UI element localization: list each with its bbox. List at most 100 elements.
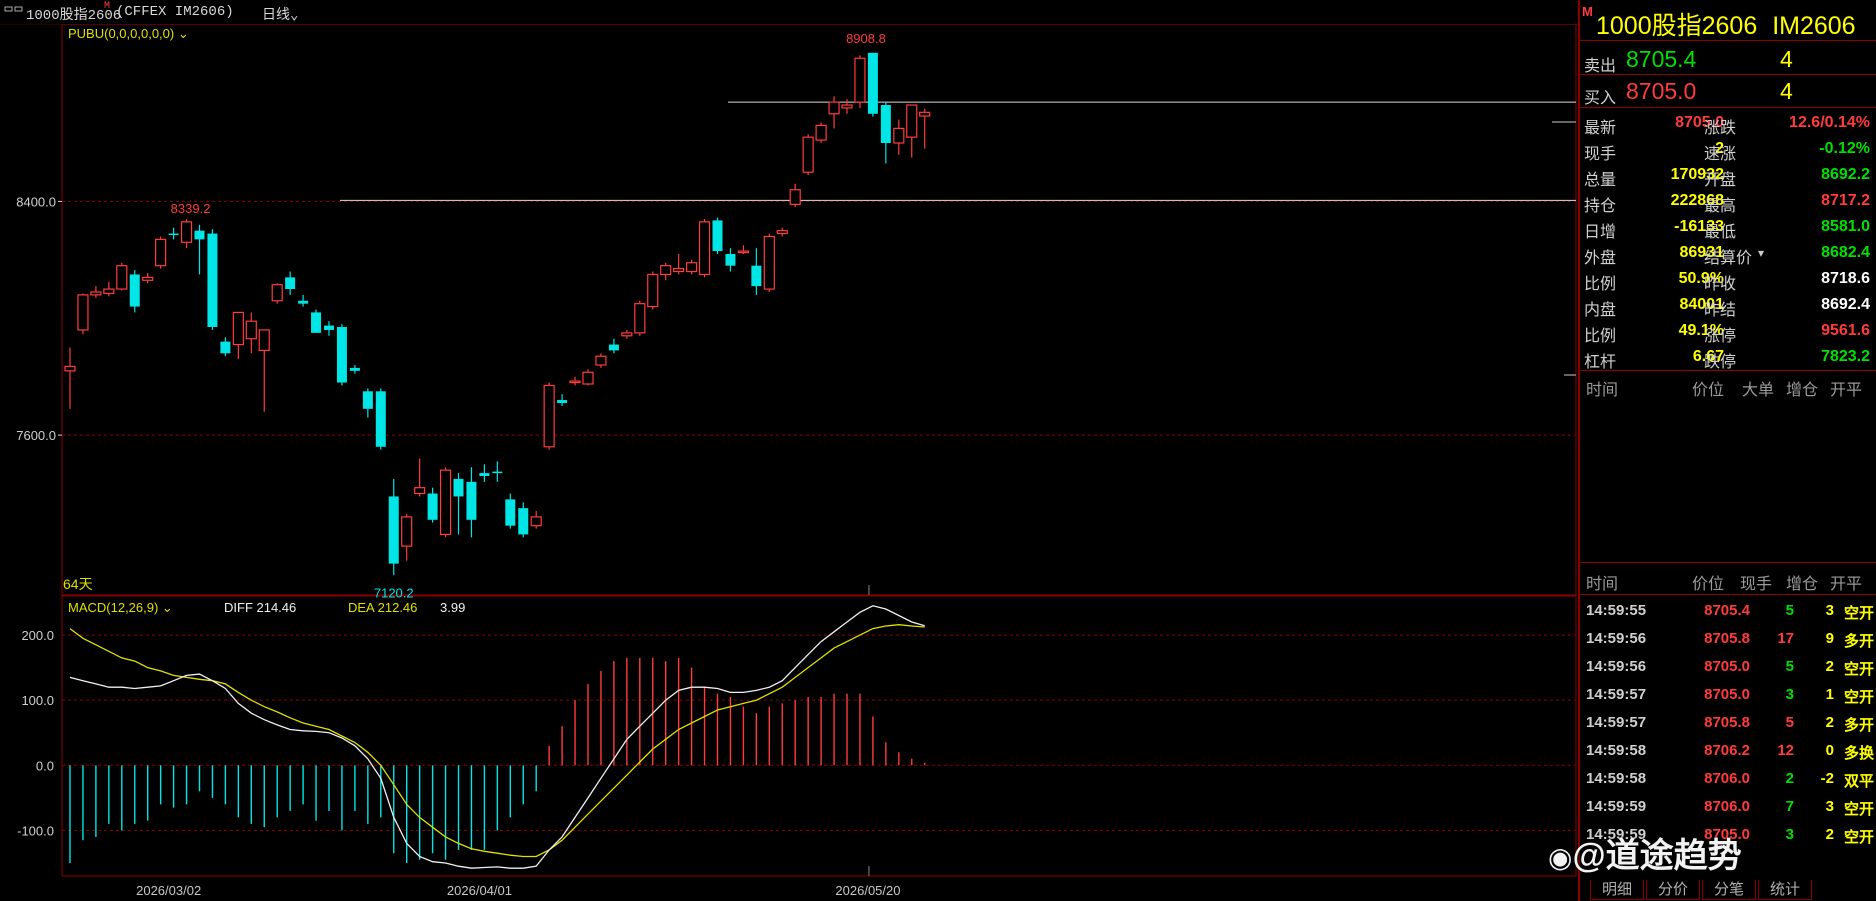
- stat-label: 外盘: [1584, 250, 1617, 267]
- tick-header: 时间 价位 现手 增仓 开平: [1580, 570, 1876, 594]
- big-header-increase: 增仓: [1786, 382, 1819, 399]
- candle-body: [64, 365, 76, 372]
- tick-row[interactable]: 14:59:58 8706.2 12 0 多换: [1580, 738, 1876, 766]
- tick-increase: -2: [1820, 770, 1834, 787]
- main-contract-badge: M: [1582, 4, 1593, 19]
- chevron-down-icon[interactable]: ▾: [1758, 246, 1764, 260]
- macd-label[interactable]: MACD(12,26,9) ⌄: [68, 600, 173, 615]
- big-header-type: 开平: [1830, 382, 1863, 399]
- tick-time: 14:59:58: [1586, 742, 1647, 759]
- candle-body: [776, 230, 788, 235]
- watermark-text: @道途趋势: [1572, 837, 1742, 875]
- candle-body: [815, 124, 827, 141]
- tick-qty: 2: [1785, 770, 1794, 787]
- tab-ticks[interactable]: 分笔: [1702, 880, 1756, 900]
- tick-qty: 5: [1785, 658, 1794, 675]
- tick-price: 8705.0: [1704, 658, 1750, 675]
- candle-body: [466, 481, 477, 520]
- macd-tick-label: -100.0: [17, 823, 54, 838]
- stat-label: 跌停: [1704, 354, 1737, 371]
- tick-row[interactable]: 14:59:57 8705.8 5 2 多开: [1580, 710, 1876, 738]
- tick-qty: 3: [1785, 826, 1794, 843]
- tick-qty: 17: [1777, 630, 1794, 647]
- stat-value: 8718.6: [1821, 270, 1870, 287]
- candle-body: [311, 312, 322, 333]
- indicator-label[interactable]: PUBU(0,0,0,0,0,0) ⌄: [68, 26, 189, 41]
- tick-increase: 2: [1825, 658, 1834, 675]
- ask-price: 8705.4: [1626, 46, 1697, 72]
- candle-body: [232, 311, 244, 346]
- tick-type: 空开: [1843, 801, 1874, 818]
- top-bar: 1000股指2606 M (CFFEX IM2606) 日线⌄: [0, 0, 1578, 25]
- candle-body: [647, 273, 659, 308]
- tick-row[interactable]: 14:59:55 8705.4 5 3 空开: [1580, 598, 1876, 626]
- tick-row[interactable]: 14:59:56 8705.8 17 9 多开: [1580, 626, 1876, 654]
- stat-label: 持仓: [1584, 198, 1617, 215]
- big-order-header: 时间 价位 大单 增仓 开平: [1580, 376, 1876, 400]
- candle-body: [245, 320, 257, 340]
- candle-body: [608, 344, 619, 351]
- stat-row: 总量 170932 开盘 8692.2: [1580, 162, 1876, 189]
- tick-time: 14:59:59: [1586, 798, 1647, 815]
- stat-value: 8682.4: [1821, 244, 1870, 261]
- tick-qty: 3: [1785, 686, 1794, 703]
- candle-body: [116, 265, 128, 290]
- tick-increase: 2: [1825, 826, 1834, 843]
- tick-qty: 5: [1785, 714, 1794, 731]
- local-high-label: 8339.2: [171, 201, 211, 216]
- candle-body: [802, 136, 814, 173]
- tick-qty: 5: [1785, 602, 1794, 619]
- candle-body: [168, 233, 179, 236]
- tick-row[interactable]: 14:59:59 8706.0 7 3 空开: [1580, 794, 1876, 822]
- period-label: 日线: [262, 8, 290, 24]
- tab-price-distribution[interactable]: 分价: [1646, 880, 1700, 900]
- tick-increase: 0: [1825, 742, 1834, 759]
- candle-body: [414, 487, 426, 495]
- candle-body: [220, 341, 231, 354]
- price-tick-label: 7600.0: [16, 428, 56, 443]
- stat-row: 比例 50.9% 昨收 8718.6: [1580, 266, 1876, 293]
- window-menu-icon[interactable]: [4, 3, 24, 20]
- candle-body: [751, 265, 762, 287]
- macd-tick-label: 100.0: [21, 693, 54, 708]
- tick-row[interactable]: 14:59:57 8705.0 3 1 空开: [1580, 682, 1876, 710]
- tick-increase: 9: [1825, 630, 1834, 647]
- tab-detail[interactable]: 明细: [1590, 880, 1644, 900]
- candle-body: [763, 235, 775, 290]
- big-header-time: 时间: [1586, 382, 1619, 399]
- tick-type: 双平: [1843, 773, 1874, 790]
- tick-type: 空开: [1843, 829, 1874, 846]
- stat-label: 涨跌: [1704, 120, 1737, 137]
- bid-volume: 4: [1780, 78, 1793, 104]
- date-label: 2026/05/20: [835, 883, 900, 898]
- stat-label: 最新: [1584, 120, 1617, 137]
- kline-chart[interactable]: 8400.0 7600.0 8908.8 8339.2 7120.2 PUBU(0,0,0…: [0, 24, 1578, 901]
- stat-row: 比例 49.1% 涨停 9561.6: [1580, 318, 1876, 345]
- candle-body: [725, 254, 736, 266]
- stat-label: 比例: [1584, 328, 1617, 345]
- panel-title: 1000股指2606 IM2606: [1596, 6, 1856, 42]
- candle-body: [103, 288, 115, 295]
- tick-increase: 2: [1825, 714, 1834, 731]
- candle-body: [893, 127, 905, 144]
- stat-label: 开盘: [1704, 172, 1737, 189]
- stat-value: 8581.0: [1821, 218, 1870, 235]
- quote-panel: M 1000股指2606 IM2606 卖出 8705.4 4 买入 8705.…: [1578, 0, 1876, 901]
- big-header-big-order: 大单: [1742, 382, 1775, 399]
- bid-row: 买入 8705.0 4: [1580, 76, 1876, 107]
- stat-row: 最新 8705.0 涨跌 12.6/0.14%: [1580, 110, 1876, 137]
- candle-body: [427, 493, 438, 520]
- main-contract-badge: M: [104, 1, 111, 12]
- candle-body: [142, 276, 154, 281]
- tab-statistics[interactable]: 统计: [1758, 880, 1812, 900]
- candle-body: [828, 101, 840, 115]
- stat-label: 昨收: [1704, 276, 1737, 293]
- weibo-logo-icon: ◉: [1548, 842, 1573, 873]
- tick-price: 8706.2: [1704, 742, 1750, 759]
- date-label: 2026/03/02: [136, 883, 201, 898]
- period-selector[interactable]: 日线⌄: [262, 4, 298, 24]
- bid-label: 买入: [1584, 90, 1617, 107]
- tick-row[interactable]: 14:59:58 8706.0 2 -2 双平: [1580, 766, 1876, 794]
- stat-label: 昨结: [1704, 302, 1737, 319]
- tick-row[interactable]: 14:59:56 8705.0 5 2 空开: [1580, 654, 1876, 682]
